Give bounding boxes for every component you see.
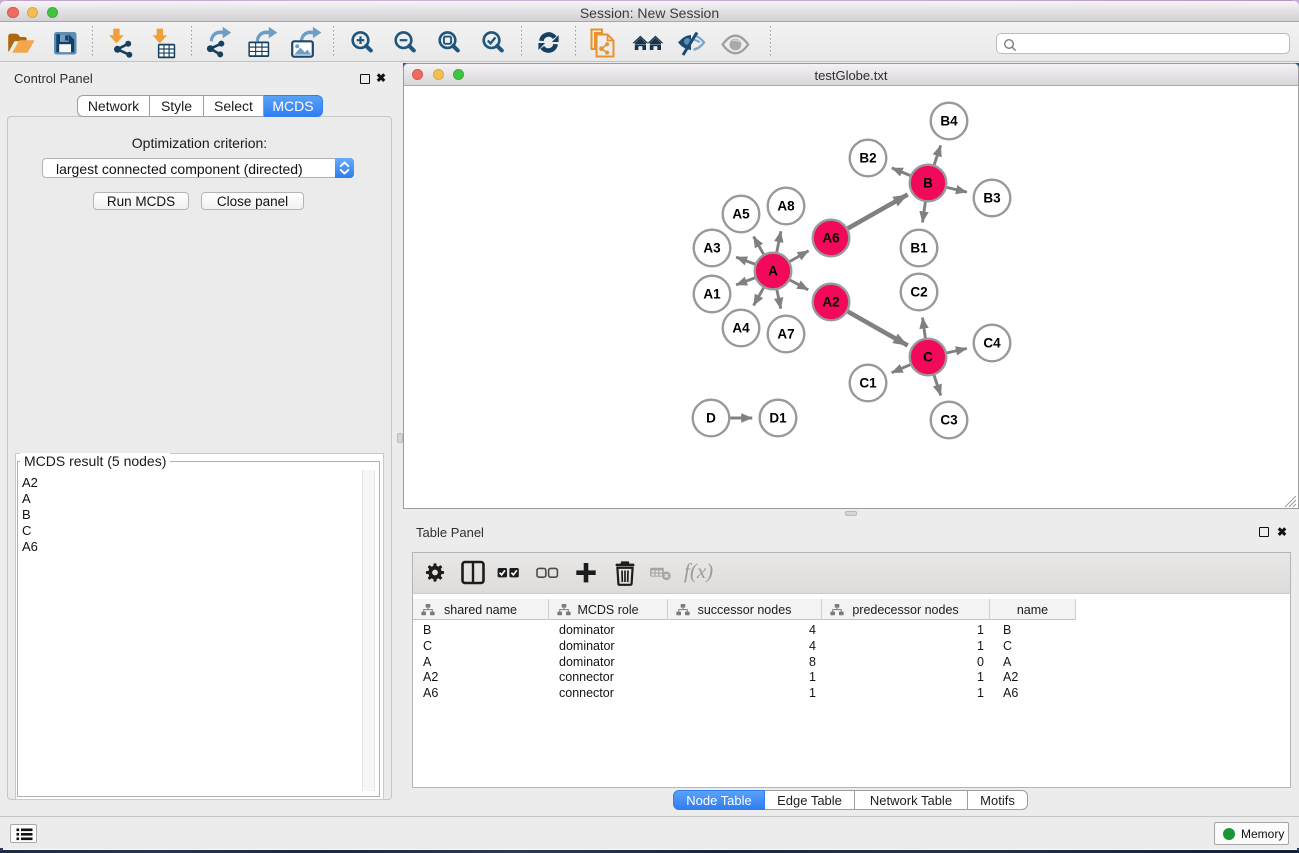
svg-text:B2: B2 xyxy=(859,151,876,166)
svg-text:A: A xyxy=(768,264,778,279)
svg-text:C1: C1 xyxy=(859,376,877,391)
svg-text:B4: B4 xyxy=(940,114,958,129)
svg-text:D1: D1 xyxy=(769,411,787,426)
svg-text:B: B xyxy=(923,176,933,191)
svg-text:B3: B3 xyxy=(983,191,1001,206)
svg-text:A2: A2 xyxy=(822,295,839,310)
svg-text:A4: A4 xyxy=(732,321,750,336)
svg-text:D: D xyxy=(706,411,716,426)
svg-text:C4: C4 xyxy=(983,336,1001,351)
svg-text:A1: A1 xyxy=(703,287,721,302)
svg-text:A5: A5 xyxy=(732,207,750,222)
svg-text:A3: A3 xyxy=(703,241,721,256)
svg-text:C: C xyxy=(923,350,933,365)
svg-text:A6: A6 xyxy=(822,231,840,246)
svg-text:A8: A8 xyxy=(777,199,795,214)
svg-text:C3: C3 xyxy=(940,413,958,428)
svg-text:A7: A7 xyxy=(777,327,794,342)
svg-text:B1: B1 xyxy=(910,241,928,256)
svg-text:C2: C2 xyxy=(910,285,927,300)
